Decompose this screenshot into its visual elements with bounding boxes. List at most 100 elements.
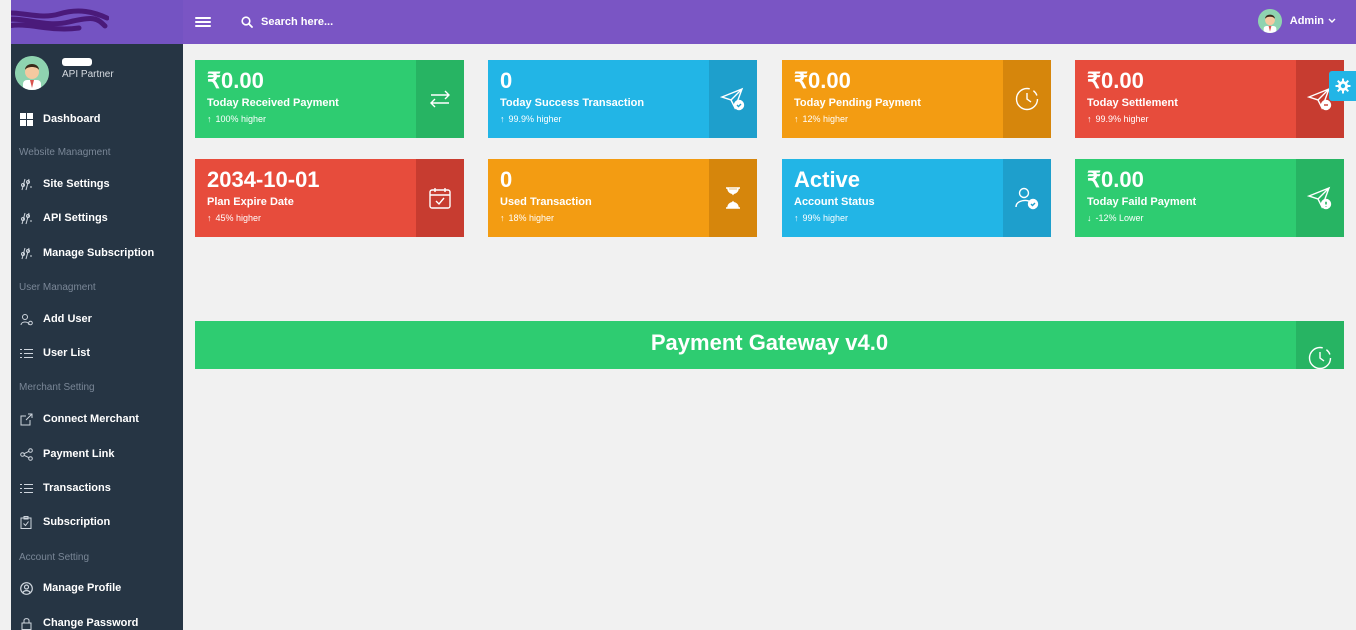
arrow-down-icon: ↓ [1087, 213, 1092, 223]
sidebar-item-label: Site Settings [43, 178, 110, 190]
arrow-up-icon: ↑ [207, 114, 212, 124]
stat-title: Plan Expire Date [207, 196, 294, 208]
send-alert-icon [1296, 159, 1344, 237]
search-input[interactable] [261, 16, 461, 28]
arrow-up-icon: ↑ [500, 114, 505, 124]
arrow-up-icon: ↑ [794, 114, 799, 124]
sidebar-item-label: Manage Profile [43, 582, 122, 594]
admin-menu[interactable]: Admin [1257, 9, 1336, 33]
section-user-managment: User Managment [19, 282, 96, 293]
sidebar-item-payment-link[interactable]: Payment Link [11, 443, 183, 465]
redacted-logo [11, 8, 109, 32]
sidebar-item-label: API Settings [43, 212, 108, 224]
stat-card-used-transaction[interactable]: 0 Used Transaction ↑ 18% higher [488, 159, 757, 237]
sidebar-item-label: Manage Subscription [43, 247, 155, 259]
menu-toggle-icon[interactable] [195, 15, 211, 29]
arrow-up-icon: ↑ [1087, 114, 1092, 124]
search-bar [241, 16, 461, 28]
settings-sliders-icon [18, 245, 34, 261]
stat-card-today-success-transaction[interactable]: 0 Today Success Transaction ↑ 99.9% highe… [488, 60, 757, 138]
stat-title: Account Status [794, 196, 875, 208]
clipboard-check-icon [18, 514, 34, 530]
stat-title: Today Faild Payment [1087, 196, 1197, 208]
stat-title: Today Settlement [1087, 97, 1178, 109]
profile-name-redacted [62, 58, 92, 66]
hourglass-icon [709, 159, 757, 237]
stat-value: ₹0.00 [1087, 167, 1144, 192]
arrow-up-icon: ↑ [500, 213, 505, 223]
send-check-icon [709, 60, 757, 138]
stat-title: Today Success Transaction [500, 97, 645, 109]
profile-role: API Partner [62, 69, 114, 80]
brand-logo[interactable] [11, 0, 183, 44]
top-navbar: Admin [183, 0, 1356, 44]
user-gear-icon [18, 311, 34, 327]
settings-sliders-icon [18, 176, 34, 192]
list-icon [18, 480, 34, 496]
sidebar-item-user-list[interactable]: User List [11, 342, 183, 364]
sidebar-item-change-password[interactable]: Change Password [11, 612, 183, 630]
version-banner: Payment Gateway v4.0 [195, 321, 1344, 370]
avatar [1257, 9, 1282, 33]
banner-title: Payment Gateway v4.0 [650, 330, 889, 355]
sidebar-item-add-user[interactable]: Add User [11, 308, 183, 330]
section-website-managment: Website Managment [19, 147, 111, 158]
stat-card-account-status[interactable]: Active Account Status ↑ 99% higher [782, 159, 1051, 237]
calendar-check-icon [416, 159, 464, 237]
stat-title: Today Pending Payment [794, 97, 921, 109]
sidebar-item-label: Payment Link [43, 448, 115, 460]
sidebar-item-label: Add User [43, 313, 92, 325]
stat-value: ₹0.00 [1087, 68, 1144, 93]
arrow-up-icon: ↑ [794, 213, 799, 223]
settings-gear-button[interactable] [1329, 71, 1356, 101]
stat-value: ₹0.00 [207, 68, 264, 93]
stat-trend: 12% higher [802, 114, 849, 124]
section-merchant-setting: Merchant Setting [19, 382, 95, 393]
stat-title: Used Transaction [500, 196, 592, 208]
stat-card-today-pending-payment[interactable]: ₹0.00 Today Pending Payment ↑ 12% higher [782, 60, 1051, 138]
gear-icon [1335, 78, 1350, 94]
stat-card-today-faild-payment[interactable]: ₹0.00 Today Faild Payment ↓ -12% Lower [1075, 159, 1344, 237]
sidebar-item-api-settings[interactable]: API Settings [11, 207, 183, 229]
stat-value: Active [794, 167, 861, 192]
stat-value: 0 [500, 68, 513, 93]
stat-value: ₹0.00 [794, 68, 851, 93]
stat-trend: 99.9% higher [1095, 114, 1149, 124]
sidebar: API Partner Dashboard Website Managment … [11, 0, 183, 630]
sidebar-item-label: Subscription [43, 516, 111, 528]
sidebar-item-label: Dashboard [43, 113, 101, 125]
sidebar-item-manage-profile[interactable]: Manage Profile [11, 577, 183, 599]
clock-icon [1003, 60, 1051, 138]
admin-name: Admin [1289, 15, 1324, 27]
sidebar-item-label: Connect Merchant [43, 413, 139, 425]
grid-icon [18, 111, 34, 127]
sidebar-item-label: Change Password [43, 617, 139, 629]
stat-trend: 99.9% higher [508, 114, 562, 124]
stat-card-plan-expire-date[interactable]: 2034-10-01 Plan Expire Date ↑ 45% higher [195, 159, 464, 237]
sidebar-item-transactions[interactable]: Transactions [11, 477, 183, 499]
sidebar-item-subscription[interactable]: Subscription [11, 511, 183, 533]
list-icon [18, 345, 34, 361]
sidebar-item-connect-merchant[interactable]: Connect Merchant [11, 408, 183, 430]
clock-icon [1296, 321, 1344, 370]
sidebar-item-site-settings[interactable]: Site Settings [11, 173, 183, 195]
chevron-down-icon [1328, 18, 1336, 23]
stat-trend: 18% higher [508, 213, 555, 223]
stat-value: 2034-10-01 [207, 167, 320, 192]
stat-card-today-settlement[interactable]: ₹0.00 Today Settlement ↑ 99.9% higher [1075, 60, 1344, 138]
sidebar-item-label: User List [43, 347, 91, 359]
stat-trend: 100% higher [215, 114, 267, 124]
stat-card-today-received-payment[interactable]: ₹0.00 Today Received Payment ↑ 100% highe… [195, 60, 464, 138]
avatar[interactable] [15, 56, 49, 90]
arrow-up-icon: ↑ [207, 213, 212, 223]
lock-icon [18, 615, 34, 630]
section-account-setting: Account Setting [19, 552, 90, 563]
sidebar-item-manage-subscription[interactable]: Manage Subscription [11, 242, 183, 264]
stat-value: 0 [500, 167, 513, 192]
stat-trend: 45% higher [215, 213, 262, 223]
stat-title: Today Received Payment [207, 97, 339, 109]
user-circle-icon [18, 580, 34, 596]
settings-sliders-icon [18, 210, 34, 226]
user-check-icon [1003, 159, 1051, 237]
sidebar-item-dashboard[interactable]: Dashboard [11, 108, 183, 130]
